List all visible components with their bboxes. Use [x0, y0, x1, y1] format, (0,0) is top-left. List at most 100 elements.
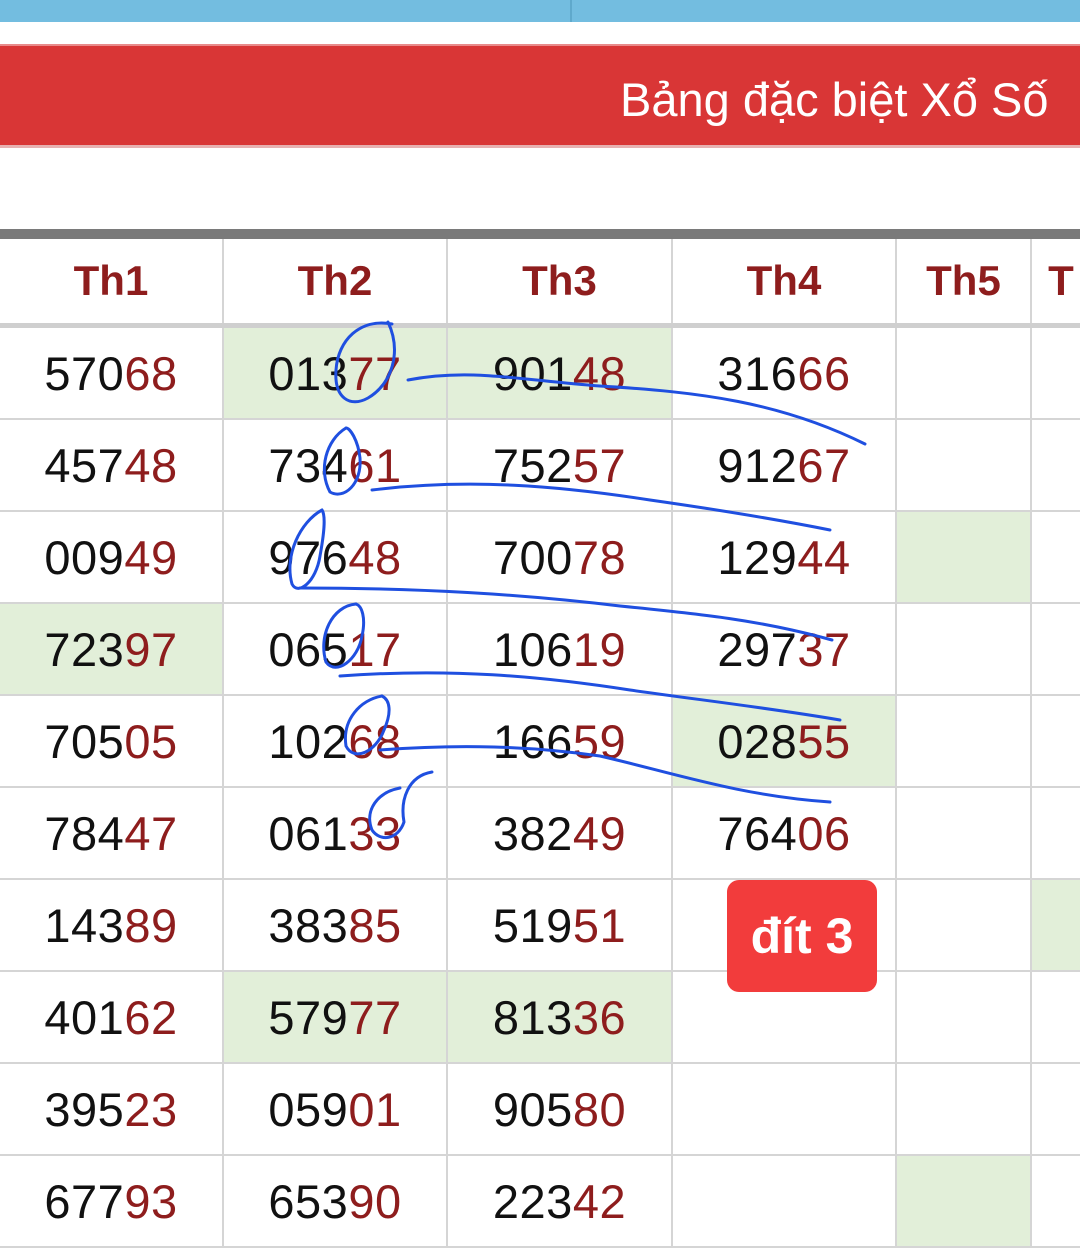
number-suffix: 17 — [348, 622, 402, 676]
table-cell — [1032, 420, 1080, 512]
table-cell: 752 57 — [448, 420, 673, 512]
table-cell — [1032, 1064, 1080, 1156]
number-prefix: 401 — [44, 990, 125, 1044]
number-suffix: 62 — [124, 990, 178, 1044]
number-prefix: 700 — [492, 530, 573, 584]
table-cell: 102 68 — [224, 696, 448, 788]
number-suffix: 51 — [572, 898, 627, 952]
number-suffix: 66 — [797, 346, 851, 400]
number-suffix: 89 — [124, 898, 178, 952]
number-suffix: 61 — [348, 438, 402, 492]
number-prefix: 102 — [268, 714, 349, 768]
table-cell: 905 80 — [448, 1064, 673, 1156]
number-suffix: 05 — [124, 714, 178, 768]
number-suffix: 85 — [348, 898, 402, 952]
column-header-2: Th2 — [224, 239, 448, 323]
number-suffix: 80 — [572, 1082, 627, 1136]
table-cell — [897, 1064, 1032, 1156]
table-cell: 316 66 — [673, 328, 897, 420]
column-header-5: Th5 — [897, 239, 1032, 323]
number-prefix: 028 — [717, 714, 798, 768]
table-cell — [1032, 880, 1080, 972]
table-cell: 383 85 — [224, 880, 448, 972]
number-prefix: 764 — [717, 806, 798, 860]
number-prefix: 065 — [268, 622, 349, 676]
table-cell: 061 33 — [224, 788, 448, 880]
table-cell: 297 37 — [673, 604, 897, 696]
number-prefix: 705 — [44, 714, 125, 768]
number-prefix: 784 — [44, 806, 125, 860]
page-title: Bảng đặc biệt Xổ Số — [620, 73, 1049, 126]
table-cell: 519 51 — [448, 880, 673, 972]
number-prefix: 905 — [492, 1082, 573, 1136]
number-prefix: 383 — [268, 898, 349, 952]
table-cell — [897, 880, 1032, 972]
number-suffix: 68 — [348, 714, 402, 768]
number-suffix: 78 — [572, 530, 627, 584]
number-prefix: 129 — [717, 530, 798, 584]
table-cell: 065 17 — [224, 604, 448, 696]
number-prefix: 570 — [44, 346, 125, 400]
number-prefix: 677 — [44, 1174, 125, 1228]
column-header-4: Th4 — [673, 239, 897, 323]
annotation-badge: đít 3 — [727, 880, 877, 992]
table-cell: 143 89 — [0, 880, 224, 972]
table-cell — [673, 1064, 897, 1156]
table-cell — [1032, 696, 1080, 788]
table-cell: 106 19 — [448, 604, 673, 696]
top-nav-divider — [570, 0, 572, 22]
table-cell: 764 06 — [673, 788, 897, 880]
number-prefix: 901 — [492, 346, 573, 400]
table-cell: 813 36 — [448, 972, 673, 1064]
table-cell: 700 78 — [448, 512, 673, 604]
table-cell: 579 77 — [224, 972, 448, 1064]
number-suffix: 19 — [572, 622, 627, 676]
number-prefix: 912 — [717, 438, 798, 492]
number-prefix: 723 — [44, 622, 125, 676]
table-cell: 734 61 — [224, 420, 448, 512]
column-header-1: Th1 — [0, 239, 224, 323]
number-suffix: 44 — [797, 530, 851, 584]
table-cell — [1032, 788, 1080, 880]
table-cell: 013 77 — [224, 328, 448, 420]
number-prefix: 009 — [44, 530, 125, 584]
number-prefix: 297 — [717, 622, 798, 676]
number-suffix: 01 — [348, 1082, 402, 1136]
table-cell — [897, 328, 1032, 420]
table-top-border — [0, 229, 1080, 239]
number-prefix: 579 — [268, 990, 349, 1044]
number-suffix: 68 — [124, 346, 178, 400]
number-suffix: 48 — [572, 346, 627, 400]
number-prefix: 013 — [268, 346, 349, 400]
table-cell: 401 62 — [0, 972, 224, 1064]
number-prefix: 976 — [268, 530, 349, 584]
number-suffix: 48 — [124, 438, 178, 492]
table-cell — [1032, 972, 1080, 1064]
number-suffix: 77 — [348, 990, 402, 1044]
number-prefix: 457 — [44, 438, 125, 492]
number-prefix: 813 — [492, 990, 573, 1044]
number-suffix: 33 — [348, 806, 402, 860]
number-suffix: 90 — [348, 1174, 402, 1228]
number-suffix: 47 — [124, 806, 178, 860]
table-cell: 570 68 — [0, 328, 224, 420]
number-prefix: 382 — [492, 806, 573, 860]
number-prefix: 653 — [268, 1174, 349, 1228]
table-cell: 059 01 — [224, 1064, 448, 1156]
number-prefix: 143 — [44, 898, 125, 952]
number-prefix: 316 — [717, 346, 798, 400]
title-bar: Bảng đặc biệt Xổ Số — [0, 44, 1080, 148]
number-prefix: 734 — [268, 438, 349, 492]
table-cell: 166 59 — [448, 696, 673, 788]
number-suffix: 59 — [572, 714, 627, 768]
number-suffix: 23 — [124, 1082, 178, 1136]
annotation-badge-label: đít 3 — [750, 908, 854, 964]
table-cell — [897, 1156, 1032, 1248]
number-suffix: 49 — [124, 530, 178, 584]
table-cell: 223 42 — [448, 1156, 673, 1248]
number-suffix: 06 — [797, 806, 851, 860]
number-suffix: 77 — [348, 346, 402, 400]
number-suffix: 57 — [572, 438, 627, 492]
table-cell: 129 44 — [673, 512, 897, 604]
number-suffix: 55 — [797, 714, 851, 768]
